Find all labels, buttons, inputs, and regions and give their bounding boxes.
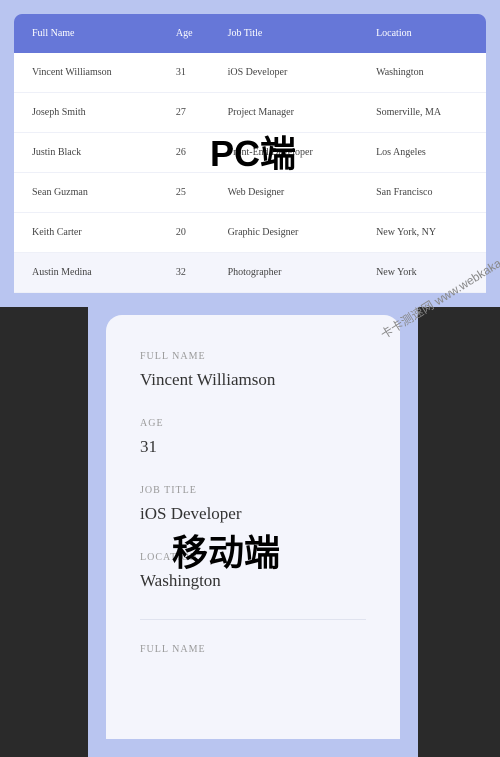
col-header-name[interactable]: Full Name [14, 14, 166, 53]
cell-age: 20 [166, 213, 218, 253]
table-header-row: Full Name Age Job Title Location [14, 14, 486, 53]
cell-title: iOS Developer [218, 53, 367, 93]
cell-title: Photographer [218, 253, 367, 293]
cell-name: Keith Carter [14, 213, 166, 253]
cell-name: Justin Black [14, 133, 166, 173]
label-name: FULL NAME [140, 351, 366, 362]
cell-location: Los Angeles [366, 133, 486, 173]
cell-name: Austin Medina [14, 253, 166, 293]
table-row[interactable]: Keith Carter 20 Graphic Designer New Yor… [14, 213, 486, 253]
cell-title: Graphic Designer [218, 213, 367, 253]
cell-name: Sean Guzman [14, 173, 166, 213]
cell-name: Joseph Smith [14, 93, 166, 133]
cell-age: 32 [166, 253, 218, 293]
cell-location: Somerville, MA [366, 93, 486, 133]
label-age: AGE [140, 418, 366, 429]
value-name: Vincent Williamson [140, 370, 366, 390]
overlay-label-pc: PC端 [210, 125, 296, 177]
overlay-label-mobile: 移动端 [172, 524, 280, 576]
col-header-age[interactable]: Age [166, 14, 218, 53]
label-name-next: FULL NAME [140, 644, 366, 655]
table-row[interactable]: Austin Medina 32 Photographer New York [14, 253, 486, 293]
cell-location: San Francisco [366, 173, 486, 213]
cell-title: Web Designer [218, 173, 367, 213]
record-divider [140, 619, 366, 620]
label-title: JOB TITLE [140, 485, 366, 496]
col-header-location[interactable]: Location [366, 14, 486, 53]
value-age: 31 [140, 437, 366, 457]
value-title: iOS Developer [140, 504, 366, 524]
cell-age: 31 [166, 53, 218, 93]
cell-location: Washington [366, 53, 486, 93]
col-header-title[interactable]: Job Title [218, 14, 367, 53]
table-row[interactable]: Sean Guzman 25 Web Designer San Francisc… [14, 173, 486, 213]
cell-age: 25 [166, 173, 218, 213]
cell-name: Vincent Williamson [14, 53, 166, 93]
table-row[interactable]: Vincent Williamson 31 iOS Developer Wash… [14, 53, 486, 93]
cell-location: New York, NY [366, 213, 486, 253]
